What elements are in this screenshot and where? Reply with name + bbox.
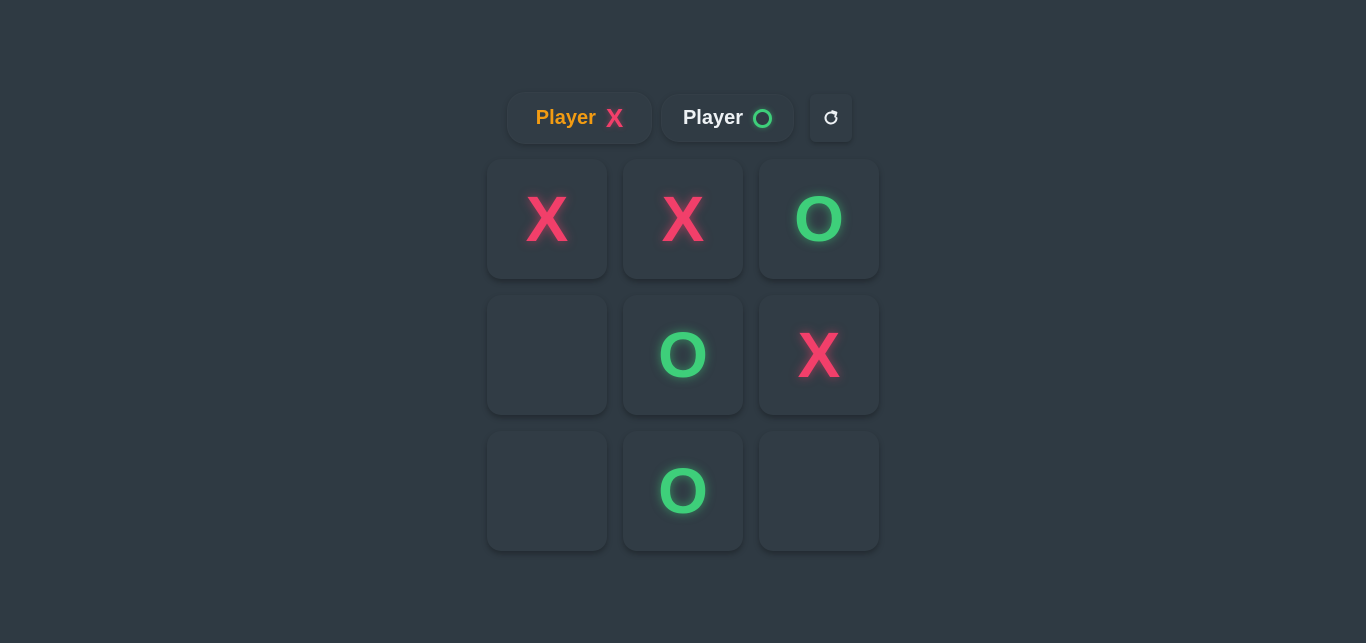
cell-mark: O: [658, 319, 708, 391]
cell-mark: X: [525, 183, 569, 255]
board-cell[interactable]: [759, 431, 879, 551]
game-board: X X O O X O: [487, 159, 879, 551]
player-x-indicator: Player X: [507, 92, 652, 144]
board-cell[interactable]: O: [759, 159, 879, 279]
restart-button[interactable]: [810, 94, 852, 142]
board-cell[interactable]: [487, 431, 607, 551]
restart-icon: [824, 110, 838, 125]
player-x-mark: X: [605, 102, 624, 133]
cell-mark: X: [797, 319, 841, 391]
player-x-label: Player: [535, 106, 596, 129]
cell-mark: O: [794, 183, 844, 255]
board-cell[interactable]: [487, 295, 607, 415]
board-cell[interactable]: O: [623, 295, 743, 415]
o-circle-icon: [753, 108, 773, 128]
board-cell[interactable]: X: [623, 159, 743, 279]
board-cell[interactable]: X: [487, 159, 607, 279]
player-o-indicator: Player: [661, 94, 794, 142]
board-cell[interactable]: O: [623, 431, 743, 551]
cell-mark: O: [658, 455, 708, 527]
board-cell[interactable]: X: [759, 295, 879, 415]
player-o-label: Player: [682, 106, 744, 129]
cell-mark: X: [661, 183, 705, 255]
